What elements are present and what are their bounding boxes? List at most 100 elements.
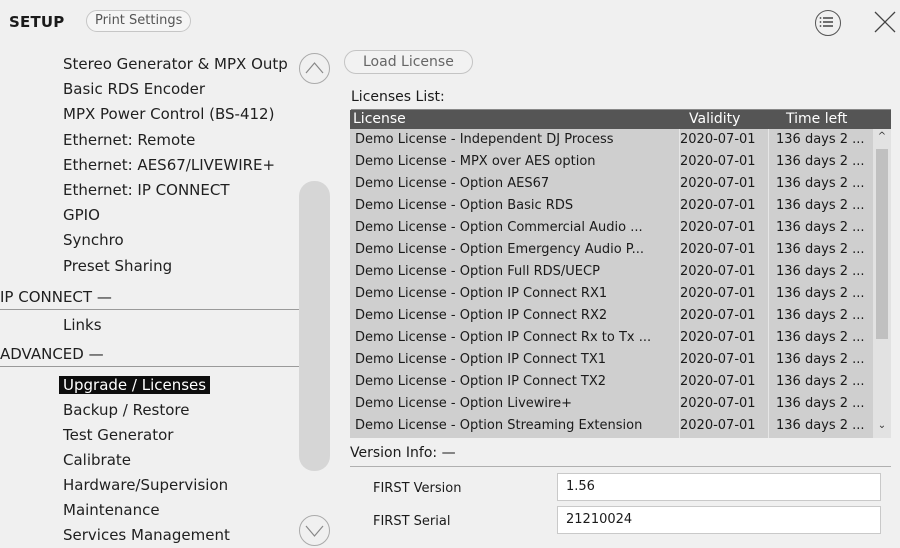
table-row[interactable]: Demo License - Option Streaming Extensio… <box>350 415 873 437</box>
validity-cell: 2020-07-01 <box>680 242 756 257</box>
time-left-cell: 136 days 2 ... <box>776 220 865 235</box>
divider <box>350 466 891 467</box>
time-left-cell: 136 days 2 ... <box>776 132 865 147</box>
table-row[interactable]: Demo License - Option IP Connect RX2 2020… <box>350 305 873 327</box>
validity-cell: 2020-07-01 <box>680 132 756 147</box>
print-settings-button[interactable]: Print Settings <box>86 10 192 32</box>
sidebar-item-synchro[interactable]: Synchro <box>63 231 124 249</box>
list-menu-icon[interactable] <box>815 10 841 36</box>
time-left-cell: 136 days 2 ... <box>776 286 865 301</box>
column-header-license[interactable]: License <box>353 110 406 129</box>
time-left-cell: 136 days 2 ... <box>776 418 865 433</box>
time-left-cell: 136 days 2 ... <box>776 176 865 191</box>
sidebar-item-services-management[interactable]: Services Management <box>63 526 230 544</box>
sidebar-item-upgrade-licenses[interactable]: Upgrade / Licenses <box>59 376 211 394</box>
license-cell: Demo License - Option Basic RDS <box>355 198 574 213</box>
validity-cell: 2020-07-01 <box>680 176 756 191</box>
table-row[interactable]: Demo License - Option Commercial Audio .… <box>350 217 873 239</box>
sidebar-item-ethernet-remote[interactable]: Ethernet: Remote <box>63 131 195 149</box>
time-left-cell: 136 days 2 ... <box>776 154 865 169</box>
table-row[interactable]: Demo License - Option Basic RDS 2020-07-0… <box>350 195 873 217</box>
chevron-down-icon[interactable]: ⌄ <box>876 420 888 431</box>
sidebar-scrollbar-thumb[interactable] <box>299 181 330 471</box>
sidebar: Stereo Generator & MPX Outp Basic RDS En… <box>0 43 338 548</box>
sidebar-item-test-generator[interactable]: Test Generator <box>63 426 173 444</box>
license-cell: Demo License - Option IP Connect RX1 <box>355 286 608 301</box>
section-advanced[interactable]: ADVANCED — <box>0 345 306 367</box>
table-scrollbar-thumb[interactable] <box>876 149 888 339</box>
table-row[interactable]: Demo License - Option Livewire+ 2020-07-0… <box>350 393 873 415</box>
time-left-cell: 136 days 2 ... <box>776 352 865 367</box>
validity-cell: 2020-07-01 <box>680 374 756 389</box>
time-left-cell: 136 days 2 ... <box>776 396 865 411</box>
table-row[interactable]: Demo License - Option Emergency Audio P.… <box>350 239 873 261</box>
time-left-cell: 136 days 2 ... <box>776 264 865 279</box>
sidebar-item-gpio[interactable]: GPIO <box>63 206 100 224</box>
table-row[interactable]: Demo License - Independent DJ Process 202… <box>350 129 873 151</box>
license-cell: Demo License - Option IP Connect TX2 <box>355 374 607 389</box>
table-scrollbar[interactable]: ^ ⌄ <box>873 129 891 438</box>
sidebar-item-preset-sharing[interactable]: Preset Sharing <box>63 257 172 275</box>
validity-cell: 2020-07-01 <box>680 286 756 301</box>
table-row[interactable]: Demo License - Option AES67 2020-07-01 136… <box>350 173 873 195</box>
validity-cell: 2020-07-01 <box>680 308 756 323</box>
section-ipconnect-label: IP CONNECT — <box>0 288 112 306</box>
licenses-table: License Validity Time left Demo License … <box>350 110 891 438</box>
validity-cell: 2020-07-01 <box>680 396 756 411</box>
first-serial-field: 21210024 <box>557 506 881 534</box>
validity-cell: 2020-07-01 <box>680 330 756 345</box>
close-icon[interactable] <box>872 9 898 35</box>
chevron-up-icon[interactable] <box>299 53 330 84</box>
sidebar-item-maintenance[interactable]: Maintenance <box>63 501 160 519</box>
validity-cell: 2020-07-01 <box>680 264 756 279</box>
section-ipconnect[interactable]: IP CONNECT — <box>0 288 306 310</box>
main-panel: Load License Licenses List: License Vali… <box>338 43 900 548</box>
load-license-button[interactable]: Load License <box>344 50 473 74</box>
chevron-up-icon[interactable]: ^ <box>876 131 888 142</box>
time-left-cell: 136 days 2 ... <box>776 198 865 213</box>
licenses-list-label: Licenses List: <box>351 89 445 105</box>
first-serial-label: FIRST Serial <box>373 514 451 529</box>
chevron-down-icon[interactable] <box>299 515 330 546</box>
validity-cell: 2020-07-01 <box>680 198 756 213</box>
license-cell: Demo License - Option Commercial Audio .… <box>355 220 643 235</box>
sidebar-item-stereo-generator[interactable]: Stereo Generator & MPX Outp <box>63 55 288 73</box>
time-left-cell: 136 days 2 ... <box>776 308 865 323</box>
sidebar-item-ethernet-aes67[interactable]: Ethernet: AES67/LIVEWIRE+ <box>63 156 275 174</box>
license-cell: Demo License - Option IP Connect TX1 <box>355 352 607 367</box>
license-cell: Demo License - MPX over AES option <box>355 154 596 169</box>
table-row[interactable]: Demo License - Option IP Connect RX1 2020… <box>350 283 873 305</box>
license-cell: Demo License - Option AES67 <box>355 176 550 191</box>
license-cell: Demo License - Option Livewire+ <box>355 396 572 411</box>
column-header-validity[interactable]: Validity <box>689 110 740 129</box>
table-row[interactable]: Demo License - MPX over AES option 2020-0… <box>350 151 873 173</box>
table-row[interactable]: Demo License - Option Full RDS/UECP 2020-… <box>350 261 873 283</box>
top-bar: SETUP Print Settings <box>0 0 900 43</box>
time-left-cell: 136 days 2 ... <box>776 374 865 389</box>
table-header: License Validity Time left <box>350 110 891 129</box>
table-row[interactable]: Demo License - Option IP Connect TX1 2020… <box>350 349 873 371</box>
validity-cell: 2020-07-01 <box>680 352 756 367</box>
license-cell: Demo License - Option Full RDS/UECP <box>355 264 600 279</box>
first-version-label: FIRST Version <box>373 481 462 496</box>
license-cell: Demo License - Option IP Connect Rx to T… <box>355 330 652 345</box>
sidebar-item-mpx-power[interactable]: MPX Power Control (BS-412) <box>63 105 274 123</box>
version-info-label[interactable]: Version Info: — <box>350 445 456 461</box>
sidebar-item-links[interactable]: Links <box>63 316 102 334</box>
section-advanced-label: ADVANCED — <box>0 345 104 363</box>
sidebar-item-hardware-supervision[interactable]: Hardware/Supervision <box>63 476 228 494</box>
sidebar-item-calibrate[interactable]: Calibrate <box>63 451 131 469</box>
column-header-time-left[interactable]: Time left <box>786 110 847 129</box>
divider <box>0 309 306 310</box>
license-cell: Demo License - Option Emergency Audio P.… <box>355 242 644 257</box>
license-cell: Demo License - Independent DJ Process <box>355 132 614 147</box>
table-row[interactable]: Demo License - Option IP Connect Rx to T… <box>350 327 873 349</box>
page-title: SETUP <box>9 13 65 31</box>
sidebar-item-basic-rds[interactable]: Basic RDS Encoder <box>63 80 205 98</box>
validity-cell: 2020-07-01 <box>680 418 756 433</box>
divider <box>0 366 306 367</box>
time-left-cell: 136 days 2 ... <box>776 330 865 345</box>
sidebar-item-backup-restore[interactable]: Backup / Restore <box>63 401 190 419</box>
table-row[interactable]: Demo License - Option IP Connect TX2 2020… <box>350 371 873 393</box>
sidebar-item-ethernet-ipconnect[interactable]: Ethernet: IP CONNECT <box>63 181 230 199</box>
